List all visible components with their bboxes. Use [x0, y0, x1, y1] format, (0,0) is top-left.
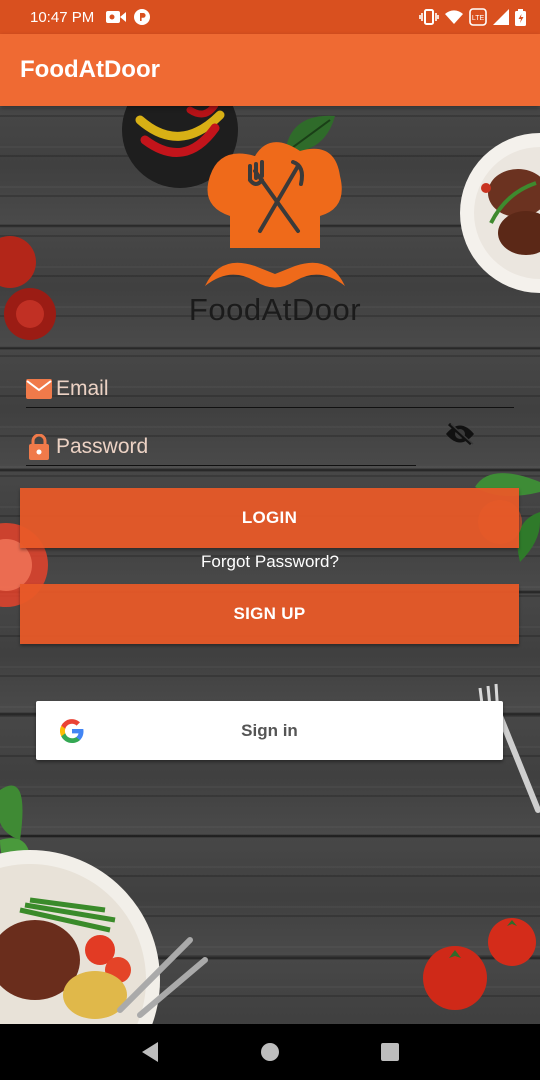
- p-icon: [134, 9, 151, 25]
- app-title: FoodAtDoor: [20, 56, 160, 83]
- login-button[interactable]: LOGIN: [20, 488, 519, 548]
- password-input[interactable]: [52, 434, 356, 459]
- email-input[interactable]: [52, 376, 356, 401]
- lock-icon: [26, 433, 52, 460]
- recents-icon[interactable]: [375, 1037, 405, 1067]
- google-sign-in-label: Sign in: [241, 720, 298, 740]
- signup-button[interactable]: SIGN UP: [20, 584, 519, 644]
- forgot-password-link[interactable]: Forgot Password?: [0, 552, 540, 572]
- signal-icon: [493, 9, 509, 25]
- svg-text:LTE: LTE: [472, 15, 485, 22]
- google-sign-in-button[interactable]: Sign in: [36, 701, 503, 760]
- wifi-icon: [445, 10, 463, 24]
- logo-text: FoodAtDoor: [188, 292, 362, 327]
- tomato-left-image: [0, 236, 56, 340]
- status-bar: 10:47 PM LTE: [0, 0, 540, 34]
- navigation-bar: [0, 1024, 540, 1080]
- login-screen: 10:47 PM LTE FoodAtDoor FoodAtDoor Email…: [0, 0, 540, 1080]
- visibility-off-icon[interactable]: [444, 418, 476, 450]
- video-camera-icon: [106, 10, 127, 24]
- app-bar: FoodAtDoor: [0, 34, 540, 106]
- status-time: 10:47 PM: [30, 8, 95, 26]
- steak-plate-image: [460, 133, 540, 293]
- google-logo-icon: [60, 719, 84, 743]
- home-icon[interactable]: [255, 1037, 285, 1067]
- email-field[interactable]: [26, 370, 514, 408]
- tomatoes-bottom-right-image: [423, 918, 536, 1010]
- pasta-plate-image: [0, 785, 208, 1024]
- vibrate-icon: [419, 9, 439, 25]
- back-icon[interactable]: [135, 1037, 165, 1067]
- email-icon: [26, 376, 52, 402]
- volte-icon: LTE: [469, 8, 487, 26]
- password-field[interactable]: [26, 428, 416, 466]
- battery-icon: [515, 8, 526, 26]
